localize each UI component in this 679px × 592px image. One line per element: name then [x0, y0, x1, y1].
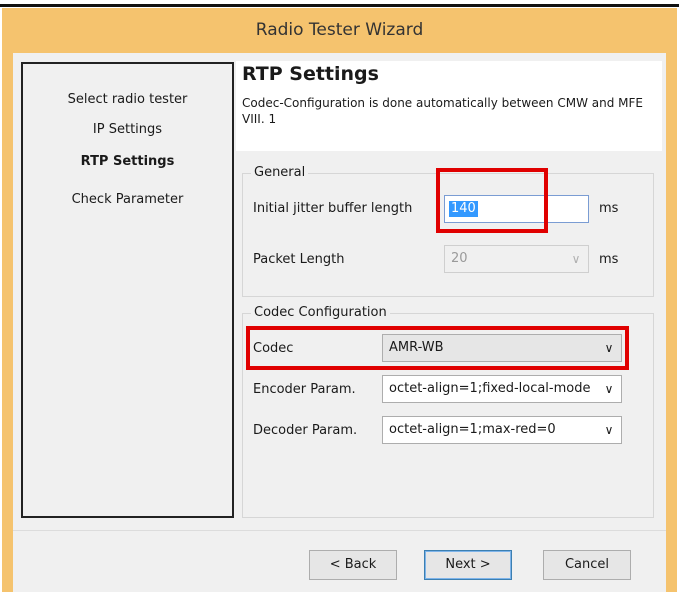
- general-legend: General: [251, 165, 309, 180]
- top-border-line: [0, 4, 679, 7]
- wizard-client-area: Select radio tester IP Settings RTP Sett…: [13, 53, 666, 592]
- back-button[interactable]: < Back: [309, 550, 397, 580]
- page-header: RTP Settings Codec-Configuration is done…: [236, 61, 662, 151]
- step-rtp-settings[interactable]: RTP Settings: [23, 154, 232, 169]
- chevron-down-icon: ∨: [597, 376, 621, 402]
- page-title: RTP Settings: [242, 63, 379, 85]
- codec-config-legend: Codec Configuration: [251, 305, 390, 320]
- wizard-window: Radio Tester Wizard Select radio tester …: [2, 8, 677, 592]
- jitter-highlight-box: [436, 168, 548, 233]
- packet-length-value: 20: [451, 251, 468, 266]
- jitter-label: Initial jitter buffer length: [253, 201, 413, 216]
- button-separator: [13, 530, 666, 531]
- packet-length-label: Packet Length: [253, 252, 345, 267]
- decoder-select[interactable]: octet-align=1;max-red=0 ∨: [382, 416, 622, 444]
- chevron-down-icon: ∨: [564, 246, 588, 272]
- encoder-value: octet-align=1;fixed-local-mode: [389, 381, 591, 396]
- page-description: Codec-Configuration is done automaticall…: [242, 96, 643, 126]
- window-title: Radio Tester Wizard: [255, 20, 424, 40]
- next-button[interactable]: Next >: [424, 550, 512, 580]
- encoder-select[interactable]: octet-align=1;fixed-local-mode ∨: [382, 375, 622, 403]
- cancel-button[interactable]: Cancel: [543, 550, 631, 580]
- chevron-down-icon: ∨: [597, 417, 621, 443]
- packet-length-unit: ms: [599, 252, 619, 267]
- step-select-radio-tester[interactable]: Select radio tester: [23, 92, 232, 107]
- decoder-label: Decoder Param.: [253, 423, 358, 438]
- steps-panel: Select radio tester IP Settings RTP Sett…: [21, 62, 234, 518]
- step-check-parameter[interactable]: Check Parameter: [23, 192, 232, 207]
- codec-highlight-box: [246, 326, 629, 370]
- jitter-unit: ms: [599, 201, 619, 216]
- packet-length-select[interactable]: 20 ∨: [444, 245, 589, 273]
- step-ip-settings[interactable]: IP Settings: [23, 122, 232, 137]
- decoder-value: octet-align=1;max-red=0: [389, 422, 556, 437]
- encoder-label: Encoder Param.: [253, 382, 356, 397]
